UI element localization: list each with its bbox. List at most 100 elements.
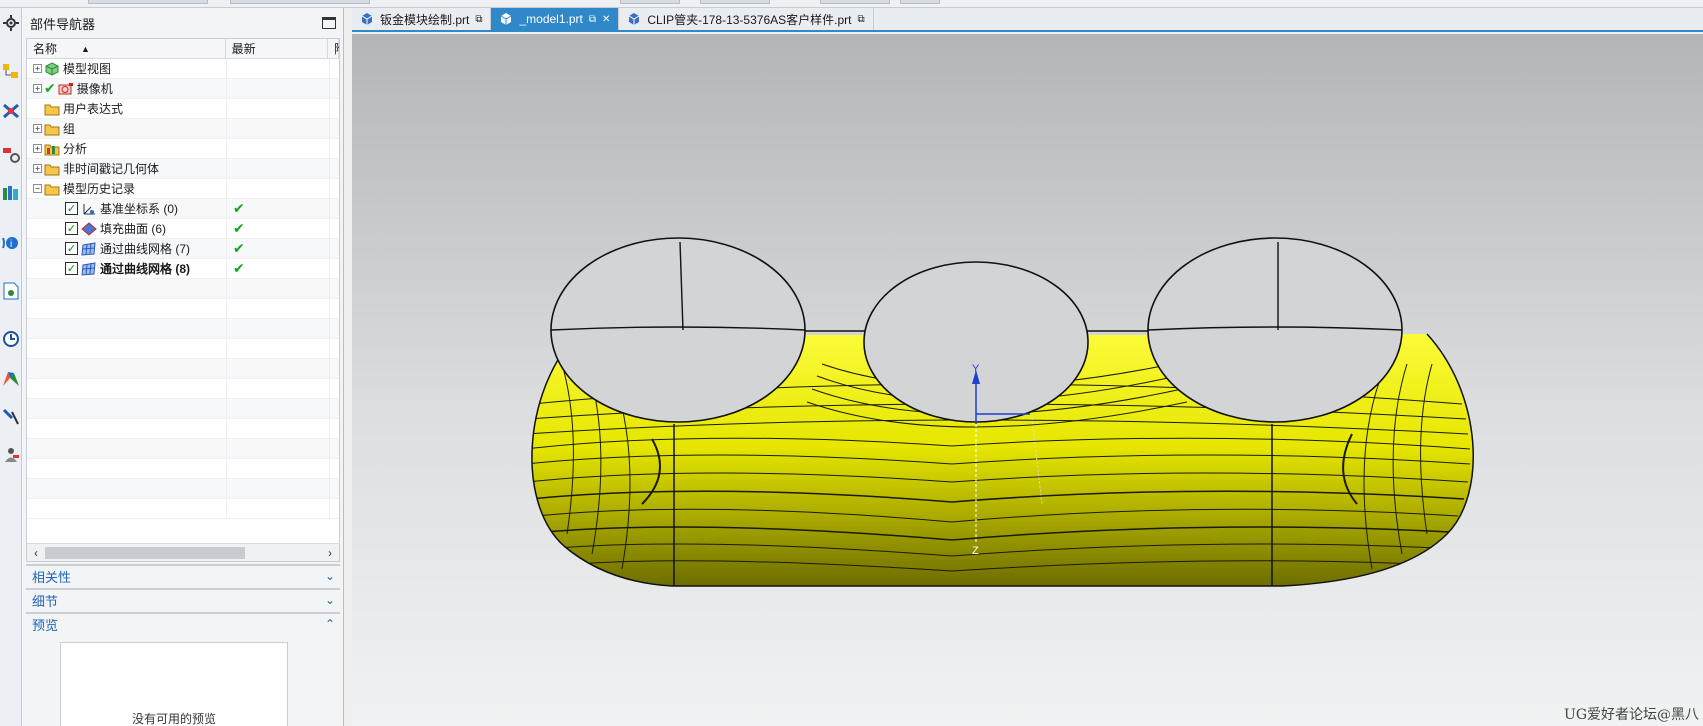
details-label: 细节 [32, 593, 59, 609]
details-group[interactable]: 细节 ⌄ [26, 588, 340, 612]
column-attached[interactable]: 附 [328, 39, 339, 58]
close-icon[interactable]: ✕ [602, 14, 610, 25]
document-tabs: 钣金模块绘制.prt ⧉ _model1.prt ⧉ ✕ CLIP管夹-178-… [352, 8, 1703, 32]
empty-row [27, 379, 339, 399]
tree-row-label: 填充曲面 (6) [100, 222, 167, 236]
watermark: UG爱好者论坛@黑八 [1564, 707, 1699, 723]
graphics-window[interactable]: Y Z UG爱好者论坛@黑八 [352, 34, 1703, 726]
part-file-icon [360, 12, 374, 26]
empty-row [27, 499, 339, 519]
tree-row[interactable]: + 非时间戳记几何体 [27, 159, 339, 179]
tree-row[interactable]: ✓ 填充曲面 (6) ✔ [27, 219, 339, 239]
datum-csys-icon [81, 201, 97, 217]
feature-checkbox[interactable]: ✓ [65, 262, 78, 275]
tree-row[interactable]: + 模型视图 [27, 59, 339, 79]
expand-toggle[interactable]: + [33, 84, 42, 93]
through-curve-mesh-icon [81, 261, 97, 277]
fill-surface-icon [81, 221, 97, 237]
feature-checkbox[interactable]: ✓ [65, 202, 78, 215]
analysis-icon [44, 141, 60, 157]
gear-icon[interactable] [1, 12, 21, 34]
tree-row[interactable]: − 模型历史记录 [27, 179, 339, 199]
svg-text:i: i [10, 239, 12, 250]
tab-model1[interactable]: _model1.prt ⧉ ✕ [491, 8, 620, 30]
tree-row-label: 摄像机 [76, 82, 113, 96]
empty-row [27, 339, 339, 359]
folder-icon [44, 121, 60, 137]
preview-area: 没有可用的预览 [60, 642, 288, 726]
sort-ascending-icon: ▲ [81, 43, 90, 54]
empty-row [27, 279, 339, 299]
part-navigator-panel: 部件导航器 名称▲ 最新 附 +模型视图+✔摄像机用户表达式+组+分析+非时间戳… [22, 8, 344, 726]
constraint-navigator-icon[interactable] [1, 144, 21, 166]
up-to-date-check-icon: ✔ [233, 260, 245, 276]
dependencies-label: 相关性 [32, 569, 72, 585]
popout-icon[interactable]: ⧉ [475, 14, 482, 25]
folder-icon [44, 161, 60, 177]
tab-clip[interactable]: CLIP管夹-178-13-5376AS客户样件.prt ⧉ [619, 8, 874, 30]
tree-row[interactable]: + 分析 [27, 139, 339, 159]
navigator-header: 部件导航器 [22, 8, 344, 38]
popout-icon[interactable]: ⧉ [857, 14, 864, 25]
tree-row[interactable]: 用户表达式 [27, 99, 339, 119]
tree-row[interactable]: + ✔ 摄像机 [27, 79, 339, 99]
analysis-tools-icon[interactable] [1, 406, 21, 428]
assembly-navigator-icon[interactable] [1, 100, 21, 122]
scroll-left-icon[interactable]: ‹ [27, 546, 45, 560]
tree-row[interactable]: ✓ 通过曲线网格 (8) ✔ [27, 259, 339, 279]
chevron-up-icon[interactable]: ⌃ [320, 617, 340, 631]
expand-toggle[interactable]: + [33, 64, 42, 73]
tree-header: 名称▲ 最新 附 [27, 39, 339, 59]
tree-row[interactable]: ✓ 通过曲线网格 (7) ✔ [27, 239, 339, 259]
column-name[interactable]: 名称 ▲ [27, 39, 226, 58]
feature-checkbox[interactable]: ✓ [65, 222, 78, 235]
empty-row [27, 479, 339, 499]
tree-row-label: 组 [63, 122, 76, 136]
expand-toggle[interactable]: − [33, 184, 42, 193]
axis-y-label: Y [972, 363, 980, 375]
scroll-thumb[interactable] [45, 546, 245, 559]
tree-row-label: 通过曲线网格 (7) [100, 242, 191, 256]
scroll-right-icon[interactable]: › [321, 546, 339, 560]
resource-bar: i [0, 8, 22, 726]
tree-row-label: 非时间戳记几何体 [63, 162, 160, 176]
preview-empty-text: 没有可用的预览 [131, 712, 216, 726]
visible-check-icon[interactable]: ✔ [44, 80, 56, 97]
camera-icon [58, 81, 74, 97]
web-browser-icon[interactable]: i [1, 232, 21, 254]
empty-row [27, 299, 339, 319]
part-file-icon [627, 12, 641, 26]
horizontal-scrollbar[interactable]: ‹ › [27, 543, 339, 561]
history-icon[interactable] [1, 328, 21, 350]
tree-row[interactable]: ✓ 基准坐标系 (0) ✔ [27, 199, 339, 219]
expand-toggle[interactable]: + [33, 164, 42, 173]
toolbar-strip [0, 0, 1703, 8]
visualization-icon[interactable] [1, 368, 21, 390]
folder-icon [44, 181, 60, 197]
tree-row-label: 通过曲线网格 (8) [100, 262, 191, 276]
tab-sheet-metal[interactable]: 钣金模块绘制.prt ⧉ [352, 8, 492, 30]
document-icon[interactable] [1, 280, 21, 302]
column-latest[interactable]: 最新 [226, 39, 328, 58]
chevron-down-icon[interactable]: ⌄ [320, 569, 340, 583]
chevron-down-icon[interactable]: ⌄ [320, 593, 340, 607]
popout-icon[interactable]: ⧉ [589, 14, 596, 25]
empty-row [27, 439, 339, 459]
preview-group[interactable]: 预览 ⌃ 没有可用的预览 [26, 612, 340, 726]
empty-row [27, 359, 339, 379]
roles-icon[interactable] [1, 444, 21, 466]
maximize-icon[interactable] [322, 17, 336, 29]
tree-row-label: 基准坐标系 (0) [100, 202, 179, 216]
dependencies-group[interactable]: 相关性 ⌄ [26, 564, 340, 588]
up-to-date-check-icon: ✔ [233, 220, 245, 236]
feature-checkbox[interactable]: ✓ [65, 242, 78, 255]
expand-toggle[interactable]: + [33, 144, 42, 153]
folder-icon [44, 101, 60, 117]
expand-toggle[interactable]: + [33, 124, 42, 133]
tree-row-label: 用户表达式 [63, 102, 124, 116]
part-file-icon [499, 12, 513, 26]
tree-row[interactable]: + 组 [27, 119, 339, 139]
empty-row [27, 459, 339, 479]
reuse-library-icon[interactable] [1, 182, 21, 204]
part-navigator-icon[interactable] [1, 60, 21, 82]
